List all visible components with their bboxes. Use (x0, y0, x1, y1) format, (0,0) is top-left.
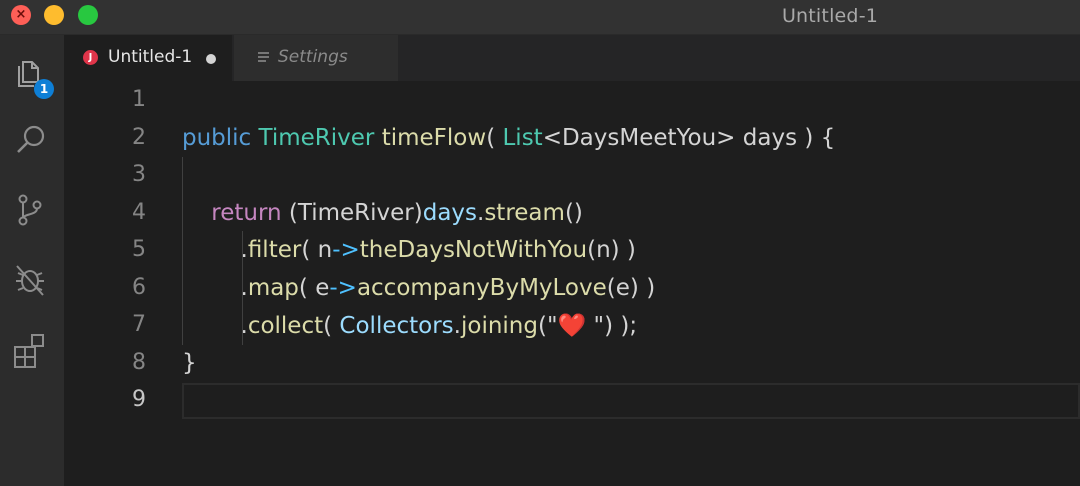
code-token: . (182, 274, 248, 301)
activity-debug[interactable] (0, 253, 64, 303)
title-bar: × Untitled-1 (0, 0, 1080, 35)
code-token: stream (484, 199, 565, 226)
code-token: Collectors (339, 313, 454, 339)
extensions-icon (14, 334, 44, 368)
code-token: (e) ) (606, 274, 656, 301)
code-token: map (247, 274, 299, 301)
tab-label: Settings (278, 47, 348, 67)
code-token: (n) ) (587, 237, 636, 263)
activity-search[interactable] (0, 113, 64, 163)
code-token: -> (329, 274, 357, 301)
code-token: . (453, 313, 461, 339)
code-token: -> (332, 237, 360, 263)
code-token: ") ); (586, 313, 638, 339)
code-token: ( (486, 124, 503, 151)
code-line[interactable]: 9 (64, 383, 1080, 420)
maximize-window-button[interactable] (78, 5, 98, 25)
source-control-icon (18, 194, 42, 226)
code-line[interactable]: 1 (64, 83, 1080, 120)
code-line[interactable]: 6 .map( e->accompanyByMyLove(e) ) (64, 271, 1080, 308)
minimize-window-button[interactable] (44, 5, 64, 25)
code-line[interactable]: 8} (64, 346, 1080, 383)
explorer-badge: 1 (34, 79, 54, 99)
code-token: timeFlow (381, 124, 487, 151)
code-line[interactable]: 7 .collect( Collectors.joining("❤️ ") ); (64, 308, 1080, 345)
line-number: 2 (132, 124, 146, 150)
code-token: joining (460, 313, 538, 339)
line-number: 9 (132, 387, 146, 412)
activity-explorer[interactable]: 1 (0, 45, 64, 99)
code-token: accompanyByMyLove (356, 274, 607, 301)
code-token: collect (247, 313, 324, 339)
close-window-button[interactable]: × (11, 5, 31, 25)
code-token: (" (537, 313, 558, 339)
line-number: 6 (132, 274, 146, 300)
tab-settings[interactable]: Settings (234, 35, 398, 81)
code-token: . (182, 313, 248, 339)
unsaved-dot-icon[interactable] (206, 54, 216, 64)
java-file-icon: J (83, 50, 98, 65)
code-text: .filter( n->theDaysNotWithYou(n) ) (182, 237, 636, 263)
code-token: ❤️ (557, 313, 587, 339)
code-line[interactable]: 4 return (TimeRiver)days.stream() (64, 196, 1080, 233)
code-token: <DaysMeetYou> days ) { (542, 124, 836, 151)
line-number: 1 (132, 87, 146, 112)
line-number: 8 (132, 349, 146, 375)
tab-label: Untitled-1 (108, 47, 193, 67)
code-token: . (182, 237, 248, 263)
code-token: theDaysNotWithYou (359, 237, 588, 263)
code-line[interactable]: 2 public TimeRiver timeFlow( List<DaysMee… (64, 121, 1080, 158)
line-number: 3 (132, 162, 146, 187)
code-token: } (182, 349, 197, 376)
window-title: Untitled-1 (781, 5, 879, 27)
line-number: 4 (132, 199, 146, 225)
line-number: 7 (132, 312, 146, 337)
debug-icon (16, 265, 44, 296)
code-token: List (502, 124, 543, 151)
code-text: } (182, 350, 197, 376)
line-number: 5 (132, 237, 146, 262)
code-text: public TimeRiver timeFlow( List<DaysMeet… (182, 125, 835, 151)
activity-source-control[interactable] (0, 183, 64, 233)
code-token: days (422, 199, 478, 226)
code-text: .map( e->accompanyByMyLove(e) ) (182, 275, 655, 301)
code-line[interactable]: 3 (64, 158, 1080, 195)
code-token: ( n (301, 237, 333, 263)
code-token: ( e (298, 274, 330, 301)
activity-bar: 1 (0, 35, 64, 486)
activity-extensions[interactable] (0, 323, 64, 373)
code-token: ( (323, 313, 340, 339)
close-icon: × (15, 7, 27, 22)
tab-untitled-1[interactable]: J Untitled-1 (64, 35, 232, 81)
code-token: TimeRiver (258, 124, 375, 151)
settings-lines-icon (258, 52, 269, 62)
code-text: return (TimeRiver)days.stream() (182, 200, 583, 226)
editor-window: × Untitled-1 1 J Untitled-1 Settings 1 2… (0, 0, 1080, 486)
tab-bar: J Untitled-1 Settings (64, 35, 1080, 81)
search-icon (17, 125, 45, 153)
code-token: (TimeRiver) (281, 199, 423, 226)
code-token: public (182, 124, 252, 151)
code-token: return (211, 199, 282, 226)
code-editor[interactable]: 1 2 public TimeRiver timeFlow( List<DaysMe… (64, 81, 1080, 486)
code-token: () (564, 199, 583, 226)
code-line[interactable]: 5 .filter( n->theDaysNotWithYou(n) ) (64, 233, 1080, 270)
code-text: .collect( Collectors.joining("❤️ ") ); (182, 312, 637, 339)
code-token: filter (247, 237, 302, 263)
